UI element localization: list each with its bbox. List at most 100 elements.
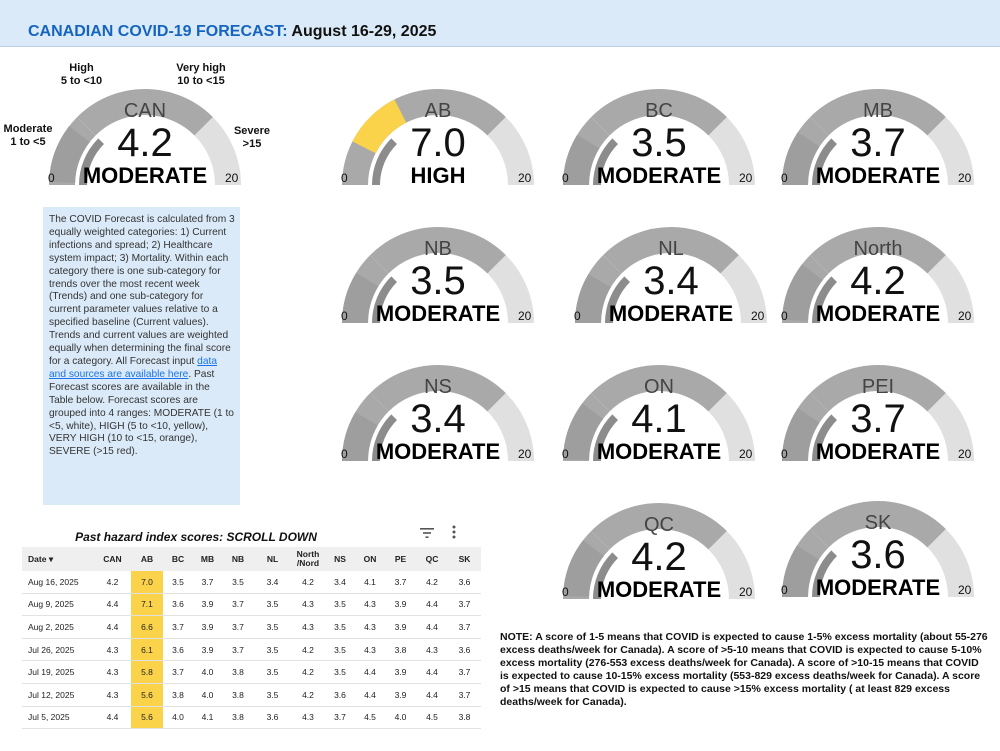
table-cell: 3.5 (325, 615, 355, 639)
table-cell: 3.5 (254, 615, 291, 639)
table-cell: 3.7 (448, 593, 481, 617)
gauge-region-label: QC (644, 514, 674, 536)
page-title: CANADIAN COVID-19 FORECAST: August 16-29… (28, 23, 436, 41)
gauge-category: MODERATE (815, 439, 941, 464)
column-header[interactable]: CAN (94, 547, 131, 571)
table-cell: 3.7 (385, 571, 416, 594)
table-row: Jul 12, 2025 4.3 5.6 3.8 4.0 3.8 3.5 4.2 3.6 4.4 3… (22, 683, 481, 707)
gauge-region-label: CAN (123, 100, 167, 122)
table-cell-date: Aug 16, 2025 (22, 571, 94, 594)
gauge-region-label: AB (424, 100, 452, 122)
more-vert-icon[interactable] (449, 525, 459, 544)
column-header[interactable]: MB (193, 547, 222, 571)
gauge-sk: SK 3.6 MODERATE 0 20 (778, 492, 978, 612)
column-header-date[interactable]: Date ▾ (22, 547, 94, 571)
gauge-min-label: 0 (574, 309, 581, 323)
table-cell: 3.6 (163, 638, 193, 662)
table-cell: 7.0 (131, 571, 163, 594)
table-row: Aug 2, 2025 4.4 6.6 3.7 3.9 3.7 3.5 4.3 3.5 4.3 3.… (22, 615, 481, 639)
gauge-max-label: 20 (958, 447, 972, 461)
table-cell: 3.5 (254, 683, 291, 707)
table-cell: 4.4 (94, 615, 131, 639)
filter-icon[interactable] (420, 526, 434, 544)
history-table-body: Aug 16, 2025 4.2 7.0 3.5 3.7 3.5 3.4 4.2 3.4 4.1 3… (22, 571, 481, 730)
gauge-mb: MB 3.7 MODERATE 0 20 (778, 80, 978, 200)
table-cell: 3.6 (448, 571, 481, 594)
table-cell: 3.6 (448, 638, 481, 662)
gauge-min-label: 0 (562, 171, 569, 185)
table-cell: 4.4 (416, 683, 448, 707)
info-panel: The COVID Forecast is calculated from 3 … (43, 207, 240, 505)
table-cell: 4.4 (94, 593, 131, 617)
gauge-max-label: 20 (739, 585, 753, 599)
range-label-very-high-name: Very high (176, 62, 226, 74)
gauge-region-label: MB (863, 100, 893, 122)
table-cell-date: Jul 19, 2025 (22, 660, 94, 684)
column-header[interactable]: North /Nord (291, 547, 325, 571)
column-header[interactable]: QC (416, 547, 448, 571)
mortality-note: NOTE: A score of 1-5 means that COVID is… (500, 631, 988, 708)
table-cell: 5.6 (131, 706, 163, 730)
gauge-min-label: 0 (781, 309, 788, 323)
table-cell: 4.3 (94, 660, 131, 684)
table-cell: 3.7 (163, 660, 193, 684)
gauge-score: 4.2 (631, 535, 687, 579)
table-cell: 4.5 (416, 706, 448, 730)
table-cell: 4.2 (94, 571, 131, 594)
table-cell: 4.3 (94, 638, 131, 662)
table-cell: 3.7 (448, 615, 481, 639)
column-header[interactable]: NS (325, 547, 355, 571)
gauge-max-label: 20 (518, 447, 532, 461)
table-cell: 4.3 (416, 638, 448, 662)
table-cell: 4.4 (355, 660, 385, 684)
table-cell: 4.1 (193, 706, 222, 730)
table-cell: 3.7 (325, 706, 355, 730)
history-table: Date ▾ CAN AB BC MB NB NL North /Nord NS… (22, 547, 481, 730)
table-cell: 3.7 (448, 660, 481, 684)
table-cell: 4.0 (163, 706, 193, 730)
table-cell: 3.6 (325, 683, 355, 707)
table-cell: 3.7 (222, 615, 254, 639)
table-cell: 4.0 (385, 706, 416, 730)
title-label: CANADIAN COVID-19 FORECAST: (28, 23, 288, 40)
table-cell: 4.1 (355, 571, 385, 594)
gauge-max-label: 20 (739, 447, 753, 461)
gauge-min-label: 0 (562, 585, 569, 599)
table-cell: 4.4 (416, 593, 448, 617)
table-cell-date: Jul 12, 2025 (22, 683, 94, 707)
table-cell: 3.7 (222, 638, 254, 662)
gauge-qc: QC 4.2 MODERATE 0 20 (559, 494, 759, 614)
gauge-min-label: 0 (781, 583, 788, 597)
table-cell: 3.7 (222, 593, 254, 617)
gauge-category: MODERATE (815, 575, 941, 600)
table-row: Aug 16, 2025 4.2 7.0 3.5 3.7 3.5 3.4 4.2 3.4 4.1 3… (22, 571, 481, 594)
gauge-max-label: 20 (751, 309, 765, 323)
gauge-min-label: 0 (48, 171, 55, 185)
column-header[interactable]: NB (222, 547, 254, 571)
title-dates: August 16-29, 2025 (287, 23, 437, 40)
table-cell: 4.3 (291, 706, 325, 730)
gauge-category: MODERATE (596, 163, 722, 188)
column-header[interactable]: AB (131, 547, 163, 571)
gauge-score: 3.6 (850, 533, 906, 577)
gauge-score: 7.0 (410, 121, 466, 165)
table-cell: 4.2 (291, 660, 325, 684)
column-header[interactable]: NL (254, 547, 291, 571)
gauge-region-label: ON (644, 376, 674, 398)
table-cell: 5.8 (131, 660, 163, 684)
table-cell: 4.3 (355, 593, 385, 617)
table-cell: 3.5 (254, 593, 291, 617)
column-header[interactable]: PE (385, 547, 416, 571)
table-cell: 3.8 (163, 683, 193, 707)
table-row: Jul 26, 2025 4.3 6.1 3.6 3.9 3.7 3.5 4.2 3.5 4.3 3… (22, 638, 481, 662)
info-text-tail: . Past Forecast scores are available in … (49, 368, 234, 458)
column-header[interactable]: BC (163, 547, 193, 571)
table-cell: 4.2 (416, 571, 448, 594)
table-cell: 3.9 (385, 660, 416, 684)
column-header[interactable]: ON (355, 547, 385, 571)
gauge-region-label: BC (645, 100, 673, 122)
gauge-category: MODERATE (815, 163, 941, 188)
history-table-title: Past hazard index scores: SCROLL DOWN (75, 530, 317, 544)
table-cell: 3.5 (163, 571, 193, 594)
column-header[interactable]: SK (448, 547, 481, 571)
